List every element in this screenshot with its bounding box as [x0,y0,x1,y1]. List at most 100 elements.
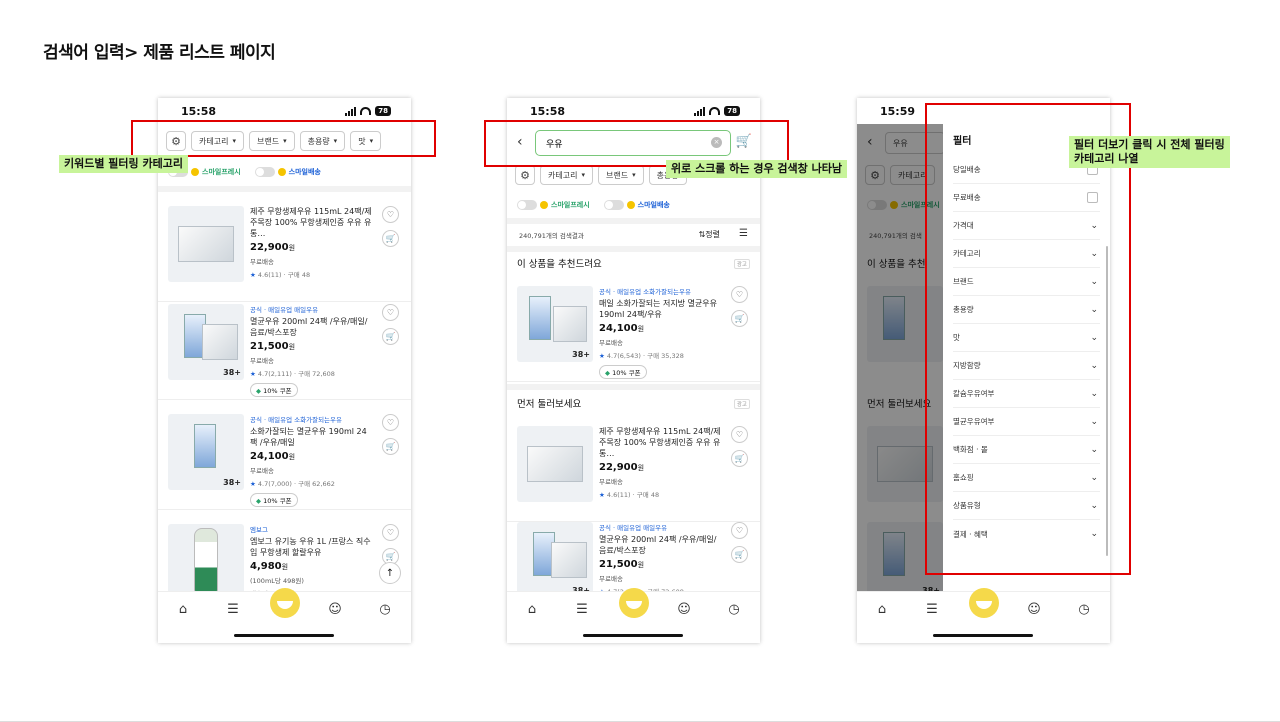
shipping-info: 무료배송 [250,357,274,365]
highlight-box-drawer [925,103,1131,575]
heart-icon[interactable]: ♡ [731,522,748,539]
star-icon: ★ [250,271,256,279]
heart-icon[interactable]: ♡ [382,206,399,223]
status-time: 15:58 [530,105,566,118]
chip-category[interactable]: 카테고리 ▾ [540,165,593,185]
smile-icon [277,168,286,176]
home-icon[interactable]: ⌂ [872,599,892,619]
coupon-badge[interactable]: ◆ 10% 쿠폰 [250,493,298,507]
chevron-down-icon: ▾ [632,171,636,179]
bottom-tab-bar: ⌂ ☰ ☺ ◷ [507,588,760,643]
clock-icon[interactable]: ◷ [1074,599,1094,619]
product-name[interactable]: 매일 소화가잘되는 저지방 멸균우유 190ml 24팩/우유 [599,298,723,320]
user-icon[interactable]: ☺ [1024,599,1044,619]
signal-icon [345,106,357,116]
product-price: 4,980원 [250,561,289,572]
product-name[interactable]: 엠보그 유기농 우유 1L /프랑스 직수입 무항생제 할랄우유 [250,536,374,558]
cart-icon[interactable]: 🛒 [382,328,399,345]
category-search-icon[interactable]: ☰ [572,599,592,619]
divider [158,186,411,192]
phone-screen-1: 15:58 78 ⚙ 카테고리 ▾ 브랜드 ▾ 총용량 ▾ 맛 ▾ 스마일프레시 스마일… [158,98,411,643]
battery-icon: 78 [375,106,391,116]
product-brand[interactable]: 엠보그 [250,524,374,534]
toggle-switch[interactable] [517,200,537,210]
sort-button[interactable]: ⇅정렬 [699,229,720,240]
product-brand[interactable]: 공식 · 매일유업 매일우유 [599,522,723,532]
category-search-icon[interactable]: ☰ [223,599,243,619]
smile-center-icon[interactable] [619,588,649,618]
toggle-switch[interactable] [254,167,275,177]
cart-icon[interactable]: 🛒 [731,546,748,563]
product-price: 24,100원 [599,323,645,334]
bottom-tab-bar: ⌂ ☰ ☺ ◷ [857,588,1110,643]
home-indicator [234,634,334,637]
product-image[interactable]: 38+ [168,414,244,490]
cart-icon[interactable]: 🛒 [382,438,399,455]
product-name[interactable]: 제주 무항생제우유 115mL 24팩/제주목장 100% 무항생제인증 우유 … [250,206,374,239]
heart-icon[interactable]: ♡ [382,524,399,541]
smile-center-icon[interactable] [969,588,999,618]
category-search-icon[interactable]: ☰ [922,599,942,619]
bottom-tab-bar: ⌂ ☰ ☺ ◷ [158,588,411,643]
filter-settings-icon[interactable]: ⚙ [515,165,535,185]
coupon-badge[interactable]: ◆ 10% 쿠폰 [250,383,298,397]
product-name[interactable]: 멸균우유 200ml 24팩 /우유/매일/음료/박스포장 [250,316,374,338]
home-icon[interactable]: ⌂ [522,599,542,619]
rating: ★ 4.7(7,000) · 구매 62,662 [250,480,335,488]
product-image[interactable]: 38+ [168,304,244,380]
scroll-top-icon[interactable]: ↑ [379,562,401,584]
product-name[interactable]: 멸균우유 200ml 24팩 /우유/매일/음료/박스포장 [599,534,723,556]
product-card[interactable]: 38+ 공식 · 매일유업 소화가잘되는우유 매일 소화가잘되는 저지방 멸균우… [507,276,760,382]
clock-icon[interactable]: ◷ [375,599,395,619]
callout-search-appears: 위로 스크롤 하는 경우 검색창 나타남 [666,160,847,178]
unit-price: (100mL당 498원) [250,577,304,585]
home-icon[interactable]: ⌂ [173,599,193,619]
product-card[interactable]: 제주 무항생제우유 115mL 24팩/제주목장 100% 무항생제인증 우유 … [507,416,760,522]
battery-icon: 78 [724,106,740,116]
product-image[interactable] [168,524,244,600]
toggle-fresh[interactable]: 스마일프레시 [517,200,590,210]
product-image[interactable] [517,426,593,502]
callout-keyword-filters: 키워드별 필터링 카테고리 [59,155,188,173]
divider [507,218,760,224]
status-time: 15:58 [181,105,217,118]
user-icon[interactable]: ☺ [325,599,345,619]
product-brand[interactable]: 공식 · 매일유업 소화가잘되는우유 [599,286,723,296]
heart-icon[interactable]: ♡ [731,286,748,303]
slide-title: 검색어 입력> 제품 리스트 페이지 [43,43,276,63]
toggle-delivery[interactable]: 스마일배송 [254,167,321,177]
cart-icon[interactable]: 🛒 [382,230,399,247]
product-image[interactable] [168,206,244,282]
product-name[interactable]: 제주 무항생제우유 115mL 24팩/제주목장 100% 무항생제인증 우유 … [599,426,723,459]
list-view-icon[interactable]: ☰ [739,228,748,239]
product-price: 21,500원 [599,559,645,570]
star-icon: ★ [250,480,256,488]
coupon-badge[interactable]: ◆ 10% 쿠폰 [599,365,647,379]
clock-icon[interactable]: ◷ [724,599,744,619]
product-image[interactable]: 38+ [517,522,593,598]
product-brand[interactable]: 공식 · 매일유업 소화가잘되는우유 [250,414,374,424]
toggle-switch[interactable] [603,200,624,210]
product-card[interactable]: 38+ 공식 · 매일유업 매일우유 멸균우유 200ml 24팩 /우유/매일… [158,294,411,400]
toggle-delivery[interactable]: 스마일배송 [603,200,670,210]
highlight-box-filters [131,120,436,157]
section-title: 먼저 둘러보세요 [517,399,582,410]
cart-icon[interactable]: 🛒 [731,310,748,327]
product-image[interactable]: 38+ [517,286,593,362]
heart-icon[interactable]: ♡ [731,426,748,443]
home-indicator [933,634,1033,637]
product-brand[interactable]: 공식 · 매일유업 매일우유 [250,304,374,314]
product-name[interactable]: 소화가잘되는 멸균우유 190ml 24팩 /우유/매일 [250,426,374,448]
home-indicator [583,634,683,637]
product-card[interactable]: 제주 무항생제우유 115mL 24팩/제주목장 100% 무항생제인증 우유 … [158,196,411,302]
tag-icon: ◆ [605,369,610,377]
smile-icon [191,168,199,176]
smile-center-icon[interactable] [270,588,300,618]
chip-brand[interactable]: 브랜드 ▾ [597,165,644,185]
product-card[interactable]: 38+ 공식 · 매일유업 소화가잘되는우유 소화가잘되는 멸균우유 190ml… [158,404,411,510]
cart-icon[interactable]: 🛒 [731,450,748,467]
heart-icon[interactable]: ♡ [382,414,399,431]
heart-icon[interactable]: ♡ [382,304,399,321]
ad-badge: 광고 [733,259,750,269]
user-icon[interactable]: ☺ [674,599,694,619]
